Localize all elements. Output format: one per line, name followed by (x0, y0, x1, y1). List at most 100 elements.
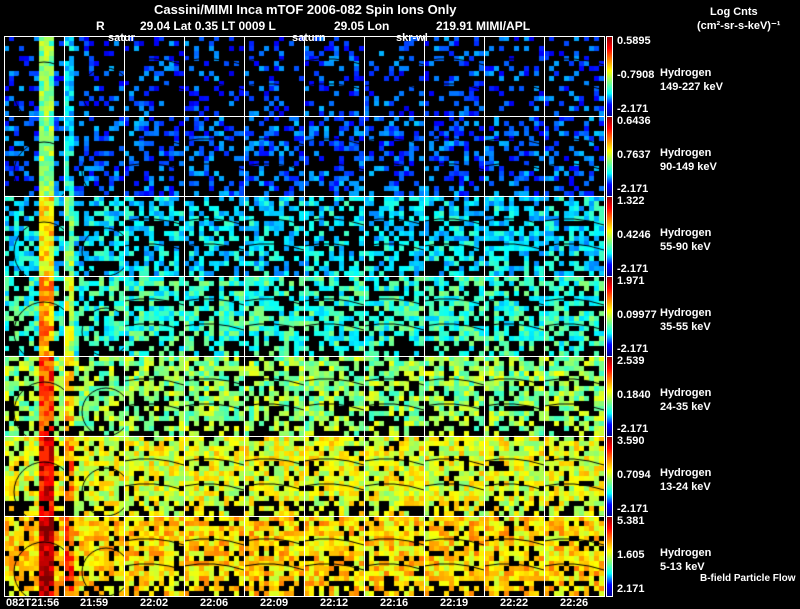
heatmap-panel-r3-c9 (544, 276, 605, 357)
heatmap-panel-r0-c5 (304, 36, 365, 117)
marker-saturn: saturn (292, 32, 326, 44)
time-tick-label: 22:16 (380, 597, 409, 609)
heatmap-panel-r3-c2 (124, 276, 185, 357)
heatmap-panel-r6-c5 (304, 516, 365, 597)
colorbar-min-label: -2.171 (617, 423, 649, 435)
colorbar (606, 36, 613, 117)
colorbar-mid-label: 0.4246 (617, 229, 651, 241)
colorbar-max-label: 3.590 (617, 435, 645, 447)
colorbar-mid-label: 1.605 (617, 549, 645, 561)
heatmap-panel-r6-c6 (364, 516, 425, 597)
colorbar-max-label: 2.539 (617, 355, 645, 367)
row-species-label: Hydrogen (660, 547, 712, 559)
colorbar-mid-label: 0.1840 (617, 389, 651, 401)
colorbar-min-label: -2.171 (617, 343, 649, 355)
heatmap-panel-r5-c1 (64, 436, 125, 517)
colorbar-max-label: 1.971 (617, 275, 645, 287)
colorbar (606, 436, 613, 517)
heatmap-panel-r3-c0 (4, 276, 65, 357)
heatmap-panel-r5-c6 (364, 436, 425, 517)
colorbar (606, 276, 613, 357)
heatmap-panel-r4-c5 (304, 356, 365, 437)
heatmap-panel-r0-c3 (184, 36, 245, 117)
row-energy-label: 90-149 keV (660, 161, 717, 173)
heatmap-panel-r4-c8 (484, 356, 545, 437)
time-tick-label: 22:02 (140, 597, 169, 609)
heatmap-panel-r2-c0 (4, 196, 65, 277)
heatmap-panel-r0-c2 (124, 36, 185, 117)
heatmap-panel-r2-c7 (424, 196, 485, 277)
time-tick-label: 22:09 (260, 597, 289, 609)
heatmap-panel-r3-c1 (64, 276, 125, 357)
lon-value: 219.91 MIMI/APL (436, 19, 531, 33)
colorbar-max-label: 5.381 (617, 515, 645, 527)
heatmap-panel-r3-c6 (364, 276, 425, 357)
colorbar-max-label: 1.322 (617, 195, 645, 207)
heatmap-panel-r3-c4 (244, 276, 305, 357)
heatmap-panel-r2-c1 (64, 196, 125, 277)
heatmap-panel-r1-c1 (64, 116, 125, 197)
heatmap-panel-r5-c8 (484, 436, 545, 517)
heatmap-panel-r0-c8 (484, 36, 545, 117)
time-tick-label: 22:12 (320, 597, 349, 609)
heatmap-panel-r1-c3 (184, 116, 245, 197)
colorbar-min-label: 2.171 (617, 583, 645, 595)
colorbar-min-label: -2.171 (617, 503, 649, 515)
heatmap-panel-r2-c5 (304, 196, 365, 277)
heatmap-panel-r6-c2 (124, 516, 185, 597)
heatmap-panel-r1-c6 (364, 116, 425, 197)
row-energy-label: 5-13 keV (660, 561, 705, 573)
heatmap-panel-r0-c0 (4, 36, 65, 117)
heatmap-panel-r4-c4 (244, 356, 305, 437)
heatmap-panel-r1-c4 (244, 116, 305, 197)
heatmap-panel-r4-c6 (364, 356, 425, 437)
heatmap-panel-r0-c9 (544, 36, 605, 117)
chart-title: Cassini/MIMI Inca mTOF 2006-082 Spin Ion… (154, 2, 457, 17)
row-energy-label: 35-55 keV (660, 321, 711, 333)
colorbar (606, 516, 613, 597)
colorbar-max-label: 0.6436 (617, 115, 651, 127)
heatmap-panel-r6-c0 (4, 516, 65, 597)
heatmap-panel-r6-c3 (184, 516, 245, 597)
colorbar-mid-label: 0.09977 (617, 309, 657, 321)
row-species-label: Hydrogen (660, 147, 712, 159)
marker-satur: satur (108, 32, 135, 44)
heatmap-panel-r4-c9 (544, 356, 605, 437)
time-tick-label: 22:06 (200, 597, 229, 609)
units-line1: Log Cnts (710, 6, 758, 18)
units-line2: (cm²-sr-s-keV)⁻¹ (697, 20, 781, 32)
heatmap-panel-r1-c5 (304, 116, 365, 197)
heatmap-panel-r6-c9 (544, 516, 605, 597)
colorbar-mid-label: 0.7094 (617, 469, 651, 481)
time-tick-label: 22:22 (500, 597, 529, 609)
heatmap-panel-r2-c6 (364, 196, 425, 277)
l-value: 29.05 Lon (334, 19, 390, 33)
time-tick-label: 21:59 (80, 597, 109, 609)
marker-skr: skr-wl (396, 32, 428, 44)
heatmap-panel-r1-c7 (424, 116, 485, 197)
row-species-label: Hydrogen (660, 387, 712, 399)
heatmap-grid (4, 36, 605, 597)
heatmap-panel-r5-c3 (184, 436, 245, 517)
heatmap-panel-r1-c0 (4, 116, 65, 197)
heatmap-panel-r5-c5 (304, 436, 365, 517)
time-tick-label: 082T21:56 (6, 597, 60, 609)
r-value: 29.04 Lat 0.35 LT 0009 L (140, 19, 276, 33)
colorbar-min-label: -2.171 (617, 103, 649, 115)
row-species-label: Hydrogen (660, 467, 712, 479)
heatmap-panel-r3-c8 (484, 276, 545, 357)
heatmap-panel-r6-c8 (484, 516, 545, 597)
heatmap-panel-r4-c7 (424, 356, 485, 437)
heatmap-panel-r2-c9 (544, 196, 605, 277)
heatmap-panel-r5-c7 (424, 436, 485, 517)
colorbar-min-label: -2.171 (617, 183, 649, 195)
row-energy-label: 13-24 keV (660, 481, 711, 493)
heatmap-panel-r4-c3 (184, 356, 245, 437)
heatmap-panel-r4-c0 (4, 356, 65, 437)
colorbar (606, 356, 613, 437)
colorbar (606, 196, 613, 277)
heatmap-panel-r0-c1 (64, 36, 125, 117)
colorbar-mid-label: -0.7908 (617, 69, 655, 81)
colorbar (606, 116, 613, 197)
heatmap-panel-r5-c0 (4, 436, 65, 517)
